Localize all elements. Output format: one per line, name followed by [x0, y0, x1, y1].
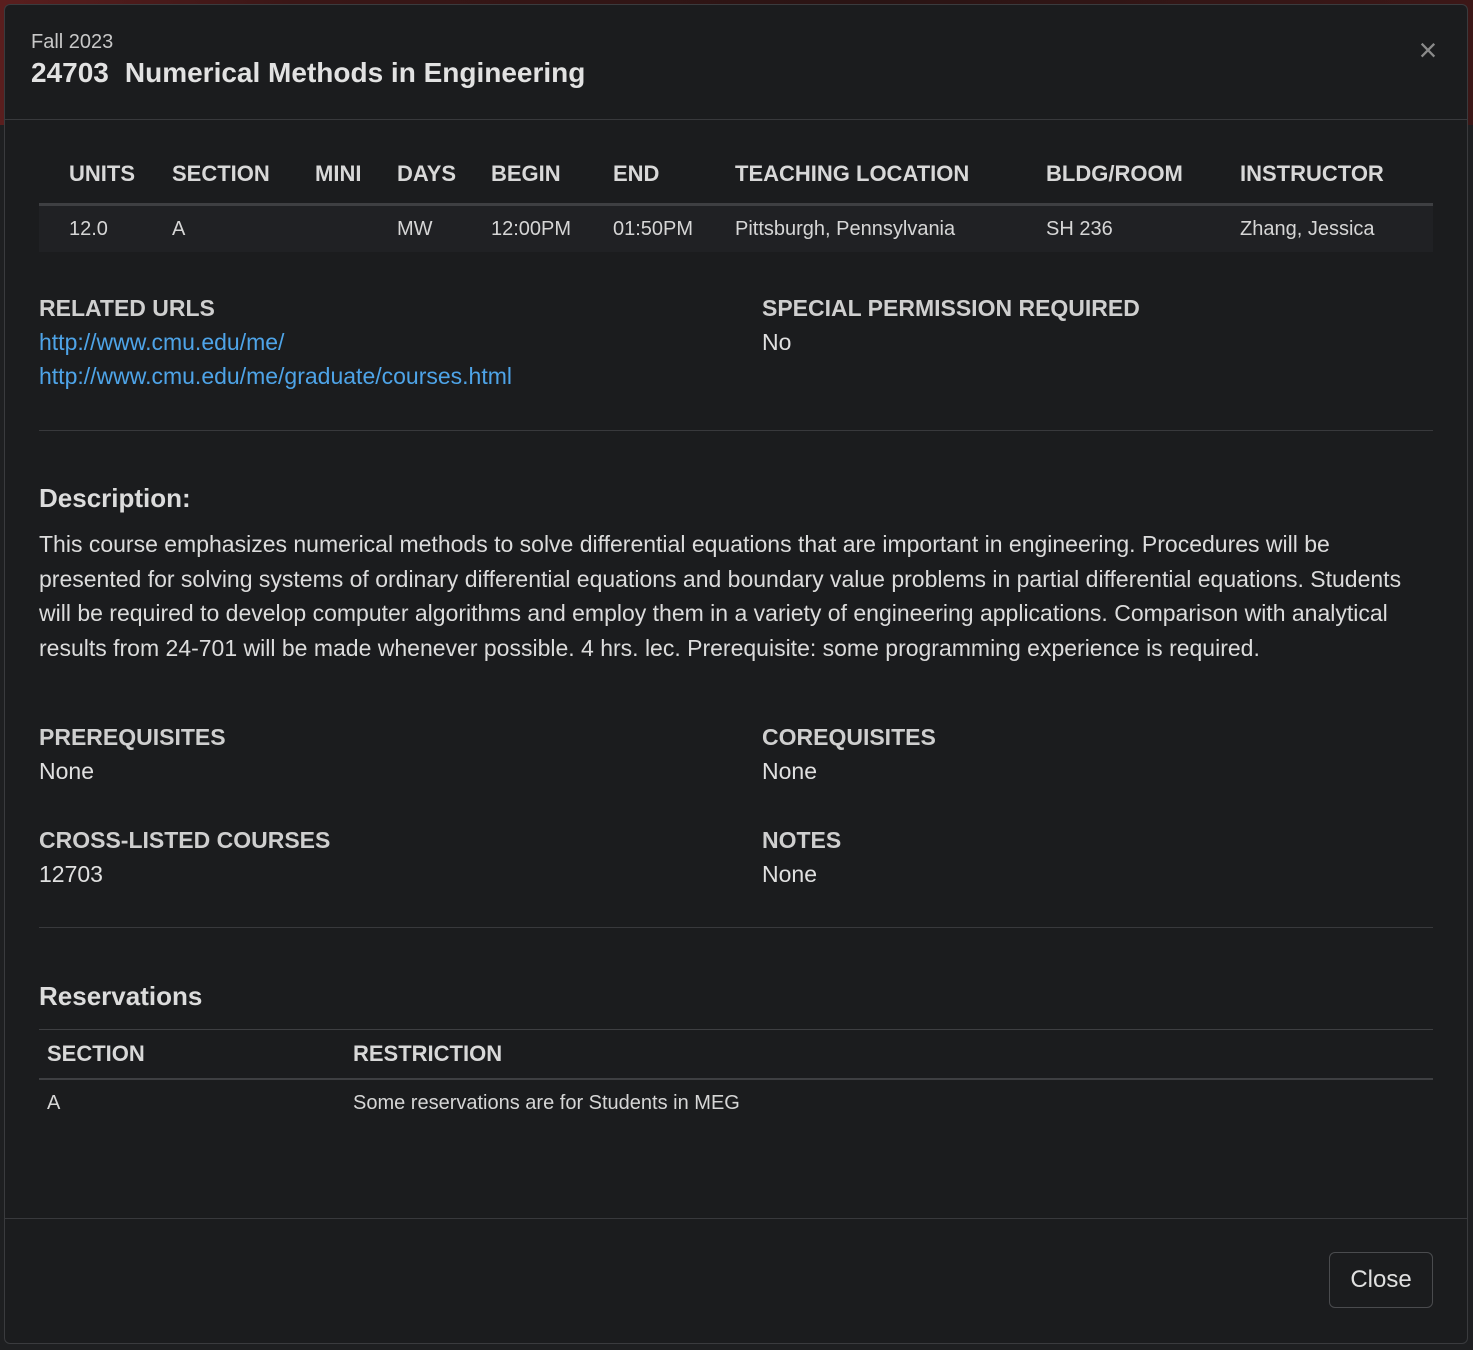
course-title: 24703 Numerical Methods in Engineering	[31, 57, 585, 89]
col-header-instructor: INSTRUCTOR	[1240, 161, 1433, 206]
close-icon[interactable]: ×	[1413, 34, 1443, 66]
cell-end: 01:50PM	[613, 204, 735, 252]
prerequisites-value: None	[39, 758, 94, 784]
close-button[interactable]: Close	[1329, 1252, 1433, 1308]
divider	[39, 927, 1433, 928]
prerequisites-label: PREREQUISITES	[39, 724, 226, 750]
divider	[39, 430, 1433, 431]
reservations-table: SECTION RESTRICTION A Some reservations …	[39, 1029, 1433, 1126]
col-header-restriction: RESTRICTION	[345, 1029, 1433, 1080]
special-permission-value: No	[762, 329, 792, 355]
reservations-heading: Reservations	[39, 981, 203, 1011]
notes-value: None	[762, 861, 817, 887]
notes-label: NOTES	[762, 827, 842, 853]
cross-listed-label: CROSS-LISTED COURSES	[39, 827, 331, 853]
col-header-begin: BEGIN	[491, 161, 613, 206]
special-permission-label: SPECIAL PERMISSION REQUIRED	[762, 295, 1140, 321]
schedule-header-row: UNITS SECTION MINI DAYS BEGIN END TEACHI…	[39, 161, 1433, 206]
table-row: 12.0 A MW 12:00PM 01:50PM Pittsburgh, Pe…	[39, 204, 1433, 252]
reservations-header-row: SECTION RESTRICTION	[39, 1029, 1433, 1080]
corequisites-value: None	[762, 758, 817, 784]
table-row: A Some reservations are for Students in …	[39, 1079, 1433, 1126]
related-url-link-2[interactable]: http://www.cmu.edu/me/graduate/courses.h…	[39, 363, 512, 390]
cell-teaching-location: Pittsburgh, Pennsylvania	[735, 204, 1046, 252]
schedule-table: UNITS SECTION MINI DAYS BEGIN END TEACHI…	[39, 161, 1433, 252]
cross-listed-value: 12703	[39, 861, 103, 887]
cell-units: 12.0	[39, 204, 172, 252]
col-header-teaching-location: TEACHING LOCATION	[735, 161, 1046, 206]
col-header-bldg-room: BLDG/ROOM	[1046, 161, 1240, 206]
course-details-modal: Fall 2023 24703 Numerical Methods in Engi…	[4, 4, 1468, 1344]
related-url-link-1[interactable]: http://www.cmu.edu/me/	[39, 329, 284, 356]
modal-header: Fall 2023 24703 Numerical Methods in Engi…	[5, 5, 1467, 120]
cell-days: MW	[397, 204, 491, 252]
cell-instructor: Zhang, Jessica	[1240, 204, 1433, 252]
course-number: 24703	[31, 57, 109, 88]
cell-section: A	[47, 1091, 61, 1114]
col-header-units: UNITS	[39, 161, 172, 206]
cell-bldg-room: SH 236	[1046, 204, 1240, 252]
cell-restriction: Some reservations are for Students in ME…	[353, 1091, 740, 1114]
modal-footer-divider	[5, 1218, 1467, 1219]
cell-begin: 12:00PM	[491, 204, 613, 252]
col-header-section: SECTION	[172, 161, 315, 206]
col-header-section: SECTION	[39, 1029, 345, 1080]
col-header-mini: MINI	[315, 161, 397, 206]
description-text: This course emphasizes numerical methods…	[39, 531, 1402, 661]
cell-section: A	[172, 204, 315, 252]
related-urls-label: RELATED URLS	[39, 295, 215, 321]
course-name: Numerical Methods in Engineering	[124, 57, 586, 88]
corequisites-label: COREQUISITES	[762, 724, 936, 750]
col-header-days: DAYS	[397, 161, 491, 206]
description-heading: Description:	[39, 483, 191, 513]
term-label: Fall 2023	[31, 31, 114, 53]
col-header-end: END	[613, 161, 735, 206]
cell-mini	[315, 204, 397, 252]
